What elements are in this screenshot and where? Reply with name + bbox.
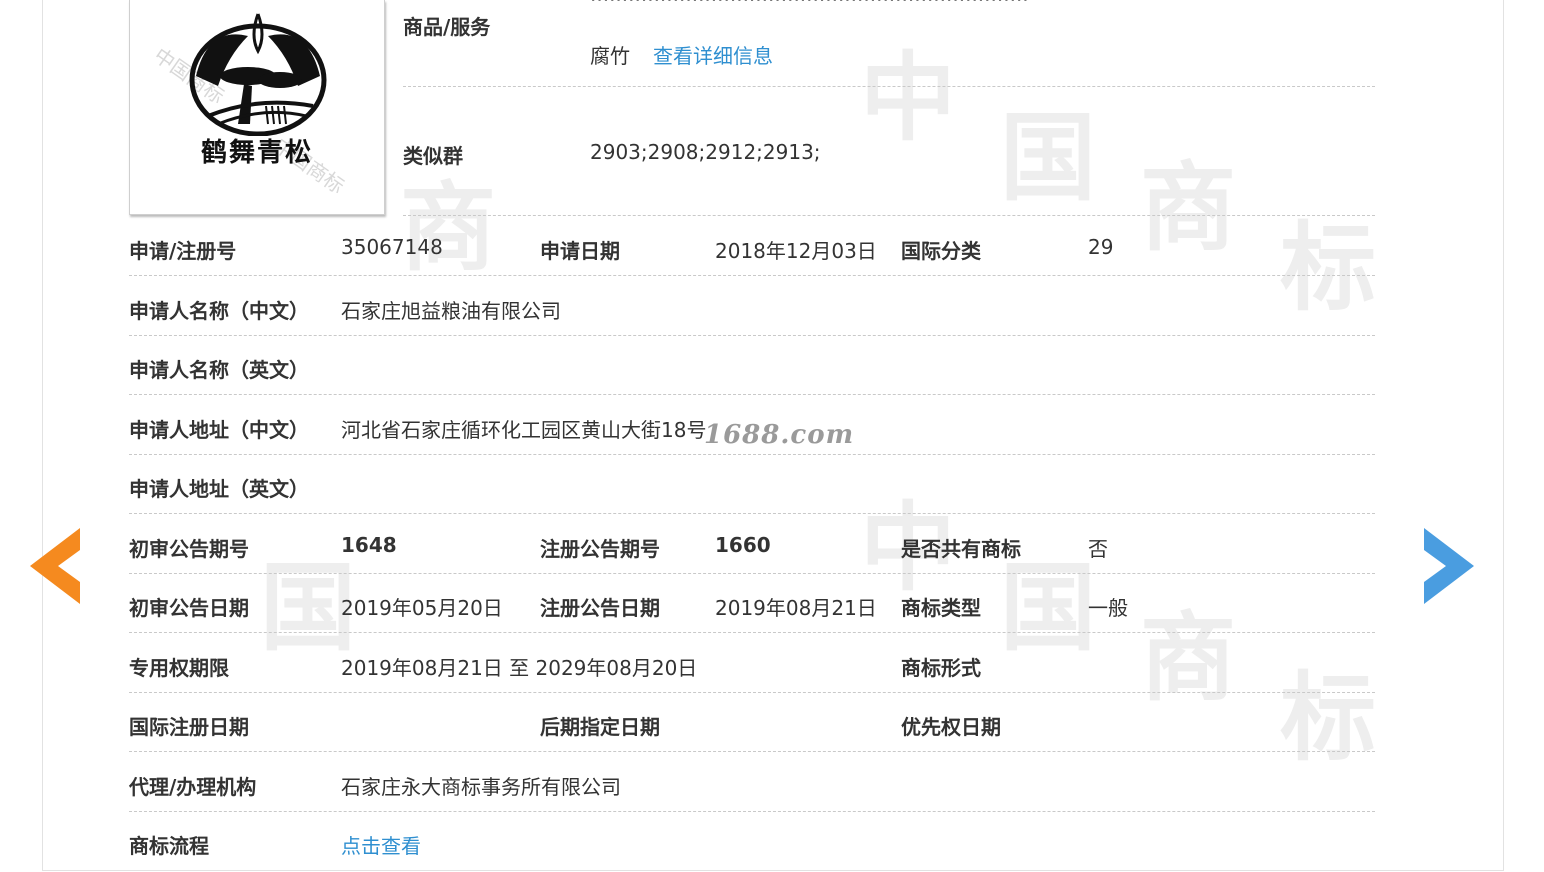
divider bbox=[129, 811, 1375, 812]
apply-date-label: 申请日期 bbox=[540, 239, 620, 263]
shared-value: 否 bbox=[1088, 537, 1108, 561]
prelim-date-label: 初审公告日期 bbox=[129, 596, 249, 620]
goods-label: 商品/服务 bbox=[403, 15, 491, 39]
divider bbox=[129, 394, 1375, 395]
tm-type-label: 商标类型 bbox=[901, 596, 981, 620]
trademark-image: 中国商标 中国商标 鹤舞青松 bbox=[129, 0, 385, 215]
process-label: 商标流程 bbox=[129, 834, 209, 858]
goods-tail-item: 腐竹 bbox=[590, 44, 630, 68]
chevron-right-icon bbox=[1424, 528, 1474, 604]
next-arrow-button[interactable] bbox=[1424, 528, 1474, 604]
intl-class-label: 国际分类 bbox=[901, 239, 981, 263]
later-date-label: 后期指定日期 bbox=[540, 715, 660, 739]
term-label: 专用权期限 bbox=[129, 656, 229, 680]
prelim-no-label: 初审公告期号 bbox=[129, 537, 249, 561]
shared-label: 是否共有商标 bbox=[901, 537, 1021, 561]
reg-no-value: 35067148 bbox=[341, 235, 443, 259]
apply-date-value: 2018年12月03日 bbox=[715, 239, 877, 263]
divider bbox=[129, 335, 1375, 336]
divider bbox=[129, 454, 1375, 455]
priority-date-label: 优先权日期 bbox=[901, 715, 1001, 739]
applicant-en-label: 申请人名称（英文） bbox=[129, 358, 309, 382]
similar-group-label: 类似群 bbox=[403, 144, 463, 168]
term-value: 2019年08月21日 至 2029年08月20日 bbox=[341, 656, 698, 680]
trademark-name: 鹤舞青松 bbox=[200, 138, 313, 168]
reg-notice-no-label: 注册公告期号 bbox=[540, 537, 660, 561]
site-watermark: 1688.com bbox=[704, 420, 855, 450]
address-en-label: 申请人地址（英文） bbox=[129, 477, 309, 501]
goods-list-overflow: ········································… bbox=[590, 0, 1370, 4]
tm-form-label: 商标形式 bbox=[901, 656, 981, 680]
process-link[interactable]: 点击查看 bbox=[341, 830, 421, 859]
reg-notice-date-label: 注册公告日期 bbox=[540, 596, 660, 620]
prelim-no-value: 1648 bbox=[341, 533, 397, 557]
address-cn-label: 申请人地址（中文） bbox=[129, 418, 309, 442]
applicant-cn-value: 石家庄旭益粮油有限公司 bbox=[341, 299, 561, 323]
reg-notice-date-value: 2019年08月21日 bbox=[715, 596, 877, 620]
crane-pine-logo-icon bbox=[189, 13, 327, 136]
intl-class-value: 29 bbox=[1088, 235, 1114, 259]
prelim-date-value: 2019年05月20日 bbox=[341, 596, 503, 620]
divider bbox=[129, 632, 1375, 633]
agent-label: 代理/办理机构 bbox=[129, 775, 257, 799]
divider bbox=[129, 573, 1375, 574]
divider bbox=[129, 513, 1375, 514]
applicant-cn-label: 申请人名称（中文） bbox=[129, 299, 309, 323]
divider bbox=[129, 275, 1375, 276]
divider bbox=[403, 86, 1375, 87]
address-cn-value: 河北省石家庄循环化工园区黄山大街18号 bbox=[341, 418, 707, 442]
divider bbox=[129, 751, 1375, 752]
similar-group-value: 2903;2908;2912;2913; bbox=[590, 140, 821, 164]
divider bbox=[403, 215, 1375, 216]
divider bbox=[129, 692, 1375, 693]
agent-value: 石家庄永大商标事务所有限公司 bbox=[341, 775, 621, 799]
intl-reg-date-label: 国际注册日期 bbox=[129, 715, 249, 739]
tm-type-value: 一般 bbox=[1088, 596, 1128, 620]
chevron-left-icon bbox=[30, 528, 80, 604]
reg-no-label: 申请/注册号 bbox=[129, 239, 237, 263]
reg-notice-no-value: 1660 bbox=[715, 533, 771, 557]
goods-detail-link[interactable]: 查看详细信息 bbox=[653, 40, 773, 69]
prev-arrow-button[interactable] bbox=[30, 528, 80, 604]
